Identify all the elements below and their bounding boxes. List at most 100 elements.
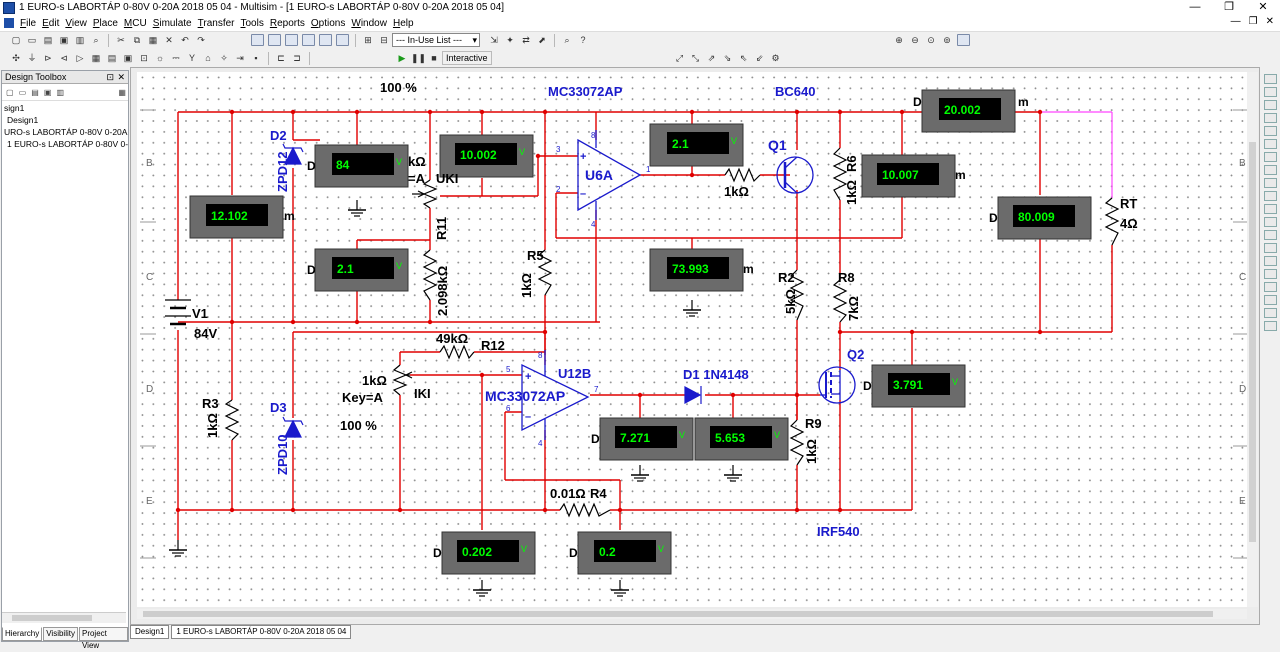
- svg-text:7kΩ: 7kΩ: [846, 296, 861, 321]
- svg-text:IKI: IKI: [414, 386, 431, 401]
- svg-text:R3: R3: [202, 396, 219, 411]
- svg-text:D: D: [989, 211, 998, 225]
- svg-text:IRF540: IRF540: [817, 524, 860, 539]
- border-row-d: D: [146, 384, 153, 395]
- meter-value: 84: [336, 158, 350, 172]
- meter-value: 12.102: [211, 209, 248, 223]
- svg-text:7: 7: [594, 385, 599, 394]
- svg-text:3: 3: [556, 145, 561, 154]
- svg-text:2: 2: [556, 185, 561, 194]
- meter-m6[interactable]: 10.007: [861, 154, 956, 198]
- svg-text:kΩ: kΩ: [408, 154, 426, 169]
- svg-text:V: V: [731, 136, 737, 146]
- svg-text:m: m: [1018, 95, 1029, 109]
- meter-m3[interactable]: 2.1: [649, 123, 744, 167]
- svg-text:V: V: [521, 544, 527, 554]
- svg-text:4Ω: 4Ω: [1120, 216, 1138, 231]
- svg-text:MC33072AP: MC33072AP: [485, 388, 565, 404]
- svg-text:R2: R2: [778, 270, 795, 285]
- meter-value: 80.009: [1018, 210, 1055, 224]
- meter-m4[interactable]: 20.002: [921, 89, 1016, 133]
- svg-text:–: –: [580, 188, 586, 200]
- svg-text:ZPD12: ZPD12: [275, 152, 290, 192]
- svg-text:U6A: U6A: [585, 167, 613, 183]
- svg-text:R4: R4: [590, 486, 607, 501]
- svg-text:m: m: [955, 168, 966, 182]
- pink-wire: [1040, 111, 1113, 198]
- svg-text:1kΩ: 1kΩ: [519, 273, 534, 298]
- svg-text:5: 5: [506, 365, 511, 374]
- svg-text:V1: V1: [192, 306, 208, 321]
- svg-text:4: 4: [538, 439, 543, 448]
- svg-text:V: V: [679, 430, 685, 440]
- svg-text:D: D: [913, 95, 922, 109]
- meter-value: 7.271: [620, 431, 650, 445]
- svg-text:4: 4: [591, 220, 596, 229]
- svg-text:R9: R9: [805, 416, 822, 431]
- svg-text:D: D: [863, 379, 872, 393]
- svg-text:V: V: [519, 147, 525, 157]
- svg-text:V: V: [658, 544, 664, 554]
- meter-value: 0.2: [599, 545, 616, 559]
- meter-m1[interactable]: 84: [314, 144, 409, 188]
- svg-text:1kΩ: 1kΩ: [362, 373, 387, 388]
- border-ticks: [140, 109, 1247, 559]
- meter-value: 10.002: [460, 148, 497, 162]
- svg-text:1: 1: [646, 165, 651, 174]
- border-row-c: C: [146, 272, 153, 283]
- svg-text:49kΩ: 49kΩ: [436, 331, 468, 346]
- meter-value: 10.007: [882, 168, 919, 182]
- svg-text:D: D: [433, 546, 442, 560]
- svg-text:R5: R5: [527, 248, 544, 263]
- svg-text:R6: R6: [844, 155, 859, 172]
- svg-text:5kΩ: 5kΩ: [783, 289, 798, 314]
- svg-text:1kΩ: 1kΩ: [724, 184, 749, 199]
- svg-text:m: m: [284, 209, 295, 223]
- svg-text:=A: =A: [408, 171, 426, 186]
- svg-text:2.098kΩ: 2.098kΩ: [435, 266, 450, 316]
- meter-m9[interactable]: 73.993: [649, 248, 744, 292]
- svg-text:D: D: [591, 432, 600, 446]
- svg-text:D: D: [307, 159, 316, 173]
- svg-text:D1 1N4148: D1 1N4148: [683, 367, 749, 382]
- svg-text:V: V: [396, 157, 402, 167]
- svg-text:V: V: [952, 377, 958, 387]
- svg-text:ZPD10: ZPD10: [275, 435, 290, 475]
- svg-text:Key=A: Key=A: [342, 390, 383, 405]
- svg-text:+: +: [580, 151, 586, 163]
- meter-value: 20.002: [944, 103, 981, 117]
- svg-text:–: –: [525, 411, 531, 423]
- meter-value: 5.653: [715, 431, 745, 445]
- meter-m8[interactable]: 2.1: [314, 248, 409, 292]
- svg-text:8: 8: [591, 131, 596, 140]
- svg-text:RT: RT: [1120, 196, 1137, 211]
- svg-text:D3: D3: [270, 400, 287, 415]
- svg-text:+: +: [525, 371, 531, 383]
- svg-text:Q1: Q1: [768, 137, 787, 153]
- svg-text:1kΩ: 1kΩ: [804, 439, 819, 464]
- meter-value: 73.993: [672, 262, 709, 276]
- meter-m7[interactable]: 80.009: [997, 196, 1092, 240]
- svg-text:UKI: UKI: [436, 171, 458, 186]
- border-row-b-right: B: [1239, 158, 1246, 169]
- meter-value: 3.791: [893, 378, 923, 392]
- svg-text:m: m: [743, 262, 754, 276]
- schematic-drawing: B C D E B C D E + – + – 84 10.002 2.1 20…: [140, 80, 1247, 597]
- meter-value: 2.1: [337, 262, 354, 276]
- border-row-e-right: E: [1239, 496, 1246, 507]
- svg-text:84V: 84V: [194, 326, 217, 341]
- svg-text:V: V: [396, 261, 402, 271]
- border-row-d-right: D: [1239, 384, 1246, 395]
- label-pct-top: 100 %: [380, 80, 417, 95]
- border-row-b: B: [146, 158, 153, 169]
- border-row-c-right: C: [1239, 272, 1246, 283]
- svg-text:D: D: [307, 263, 316, 277]
- meter-m5[interactable]: 12.102: [189, 195, 284, 239]
- svg-text:D: D: [569, 546, 578, 560]
- svg-text:V: V: [774, 430, 780, 440]
- meter-value: 0.202: [462, 545, 492, 559]
- svg-text:D2: D2: [270, 128, 287, 143]
- svg-text:Q2: Q2: [847, 347, 864, 362]
- svg-text:R11: R11: [434, 217, 449, 240]
- svg-text:R12: R12: [481, 338, 505, 353]
